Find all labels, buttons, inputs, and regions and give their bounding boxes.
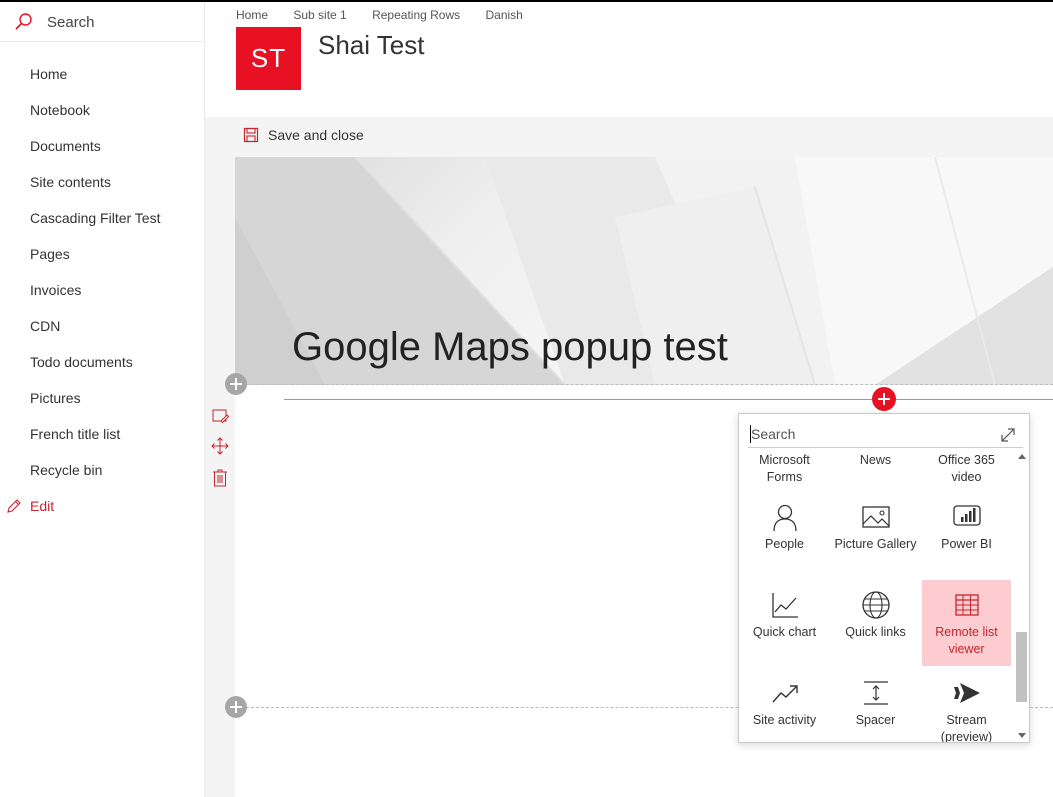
- breadcrumb: Home Sub site 1 Repeating Rows Danish: [236, 8, 545, 22]
- nav-item-cdn[interactable]: CDN: [30, 318, 60, 334]
- tile-label: People: [765, 537, 804, 551]
- plus-icon: [878, 393, 890, 405]
- page-title[interactable]: Google Maps popup test: [292, 325, 728, 370]
- title-banner[interactable]: Google Maps popup test: [235, 157, 1053, 385]
- tile-power-bi[interactable]: Power BI: [922, 502, 1011, 584]
- breadcrumb-home[interactable]: Home: [236, 8, 268, 22]
- trend-icon: [771, 685, 798, 703]
- tile-picture-gallery[interactable]: Picture Gallery: [831, 502, 920, 584]
- stream-icon: [953, 683, 980, 703]
- save-and-close-label: Save and close: [268, 127, 364, 143]
- tile-spacer[interactable]: Spacer: [831, 678, 920, 742]
- picture-icon: [861, 506, 890, 528]
- toolbox-grid: Microsoft Forms News Office 365 video Pe…: [739, 450, 1013, 742]
- breadcrumb-sub-site-1[interactable]: Sub site 1: [293, 8, 346, 22]
- site-title[interactable]: Shai Test: [318, 30, 424, 61]
- toolbox-search: [748, 422, 1023, 448]
- section-divider-top: [246, 384, 1053, 385]
- nav-item-documents[interactable]: Documents: [30, 138, 101, 154]
- edit-section-icon[interactable]: [210, 406, 230, 426]
- tile-news[interactable]: News: [831, 452, 920, 492]
- nav-item-recycle-bin[interactable]: Recycle bin: [30, 462, 102, 478]
- tile-label: Spacer: [855, 713, 896, 727]
- search-icon: [15, 13, 32, 30]
- tile-people[interactable]: People: [740, 502, 829, 584]
- tile-microsoft-forms[interactable]: Microsoft Forms: [740, 452, 829, 492]
- tile-label: Office 365 video: [938, 453, 995, 484]
- text-caret: [750, 425, 751, 443]
- search-box[interactable]: Search: [0, 2, 204, 42]
- move-section-icon[interactable]: [210, 436, 230, 456]
- search-label: Search: [47, 14, 95, 31]
- nav-item-site-contents[interactable]: Site contents: [30, 174, 111, 190]
- delete-section-icon[interactable]: [210, 468, 230, 488]
- expand-icon[interactable]: [999, 426, 1017, 444]
- tile-label: Remote list viewer: [935, 625, 998, 656]
- toolbox-scrollbar[interactable]: [1014, 450, 1029, 742]
- scroll-thumb[interactable]: [1016, 632, 1027, 702]
- left-navigation: Search Home Notebook Documents Site cont…: [0, 2, 205, 797]
- nav-item-todo-documents[interactable]: Todo documents: [30, 354, 133, 370]
- section-toolbar: [210, 406, 232, 488]
- nav-item-cascading-filter-test[interactable]: Cascading Filter Test: [30, 210, 160, 226]
- nav-item-home[interactable]: Home: [30, 66, 67, 82]
- breadcrumb-repeating-rows[interactable]: Repeating Rows: [372, 8, 460, 22]
- line-chart-icon: [771, 593, 798, 618]
- add-section-button-top[interactable]: [225, 373, 247, 395]
- globe-icon: [861, 591, 890, 619]
- tile-quick-links[interactable]: Quick links: [831, 590, 920, 676]
- tile-label: Quick links: [845, 625, 906, 639]
- tile-stream-preview[interactable]: Stream (preview): [922, 678, 1011, 742]
- save-and-close-button[interactable]: Save and close: [243, 127, 364, 143]
- nav-item-pages[interactable]: Pages: [30, 246, 70, 262]
- webpart-insert-line: [284, 399, 1053, 400]
- scroll-down-arrow-icon[interactable]: [1018, 733, 1026, 738]
- nav-item-pictures[interactable]: Pictures: [30, 390, 81, 406]
- pencil-icon: [7, 499, 21, 513]
- tile-office-365-video[interactable]: Office 365 video: [922, 452, 1011, 492]
- plus-icon: [230, 378, 242, 390]
- toolbox-search-input[interactable]: [748, 422, 988, 446]
- person-icon: [772, 504, 797, 532]
- nav-edit-link[interactable]: Edit: [6, 498, 54, 514]
- plus-icon: [230, 701, 242, 713]
- site-header: Home Sub site 1 Repeating Rows Danish ST…: [205, 2, 1053, 117]
- webpart-toolbox: Microsoft Forms News Office 365 video Pe…: [738, 413, 1030, 743]
- breadcrumb-danish[interactable]: Danish: [485, 8, 522, 22]
- tile-label: Picture Gallery: [834, 537, 917, 551]
- tile-site-activity[interactable]: Site activity: [740, 678, 829, 742]
- tile-label: Quick chart: [752, 625, 817, 639]
- tile-quick-chart[interactable]: Quick chart: [740, 590, 829, 676]
- tile-label: Power BI: [941, 537, 992, 551]
- scroll-up-arrow-icon[interactable]: [1018, 454, 1026, 459]
- table-icon: [954, 594, 979, 616]
- tile-remote-list-viewer[interactable]: Remote list viewer: [922, 580, 1011, 666]
- add-section-button-bottom[interactable]: [225, 696, 247, 718]
- tile-label: News: [859, 453, 892, 467]
- nav-item-notebook[interactable]: Notebook: [30, 102, 90, 118]
- nav-item-french-title-list[interactable]: French title list: [30, 426, 120, 442]
- power-bi-icon: [952, 505, 981, 526]
- nav-edit-label: Edit: [30, 498, 55, 514]
- save-icon: [243, 127, 259, 143]
- spacer-icon: [863, 681, 888, 705]
- tile-label: Stream (preview): [940, 713, 993, 742]
- tile-label: Microsoft Forms: [759, 453, 810, 484]
- add-webpart-button[interactable]: [872, 387, 896, 411]
- site-logo[interactable]: ST: [236, 27, 301, 90]
- command-bar: Save and close: [205, 117, 1053, 157]
- tile-label: Site activity: [752, 713, 817, 727]
- nav-item-invoices[interactable]: Invoices: [30, 282, 81, 298]
